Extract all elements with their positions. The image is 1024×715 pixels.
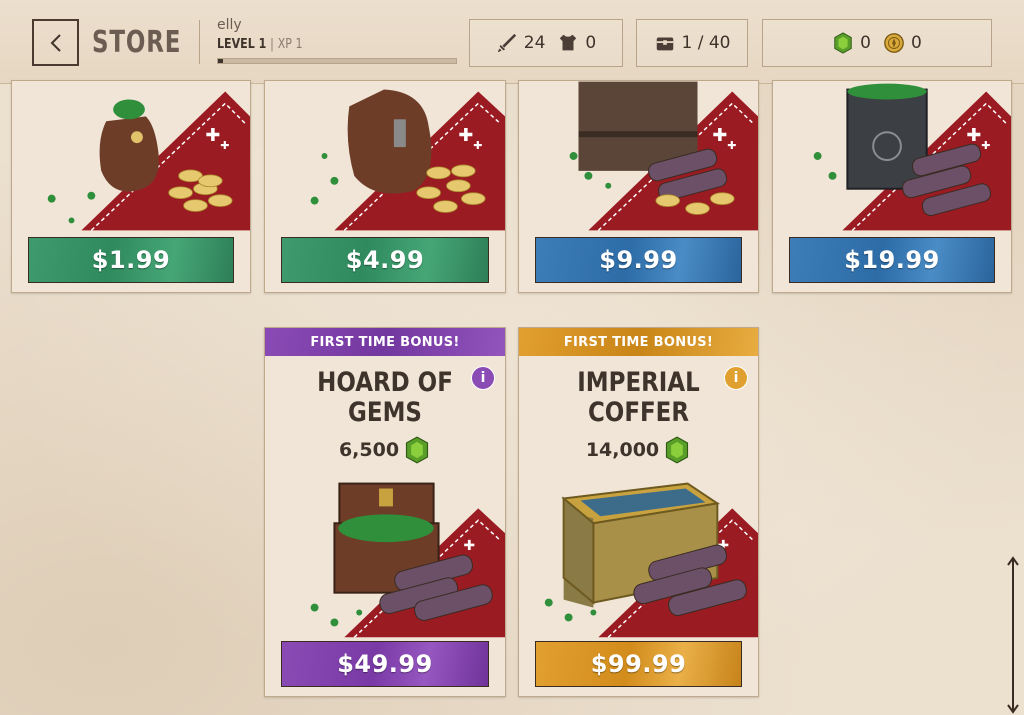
gem-pack-card[interactable]: ✚ ✚ $4.99 — [264, 80, 506, 293]
satchel-and-coins-image: ✚ ✚ — [310, 89, 505, 231]
scroll-indicator-icon[interactable] — [1006, 555, 1020, 715]
svg-text:✚: ✚ — [220, 139, 229, 152]
inventory-counter[interactable]: 1 / 40 — [636, 19, 748, 67]
level-label: LEVEL 1 — [217, 37, 267, 52]
svg-text:✚: ✚ — [463, 538, 475, 554]
sword-icon — [497, 33, 516, 53]
first-time-bonus-ribbon: FIRST TIME BONUS! — [265, 328, 505, 356]
currency-box[interactable]: 0 0 — [762, 19, 992, 67]
inventory-value: 1 / 40 — [681, 33, 731, 53]
divider — [199, 20, 200, 64]
pack-title-line2: COFFER — [587, 397, 690, 428]
golden-coffer-image: ✚ — [544, 482, 758, 638]
gem-pack-card[interactable]: ✚ ✚ $1.99 — [11, 80, 251, 293]
armor-icon — [560, 34, 577, 51]
strongbox-and-scrolls-image: ✚ ✚ — [813, 83, 1011, 231]
svg-text:✚: ✚ — [981, 139, 990, 152]
svg-text:✚: ✚ — [205, 125, 220, 146]
hoard-of-gems-card[interactable]: FIRST TIME BONUS! i HOARD OF GEMS 6,500 … — [264, 327, 506, 697]
gold-coin-icon — [884, 33, 904, 53]
chevron-left-icon — [50, 33, 61, 52]
defense-value: 0 — [585, 33, 597, 53]
chest-icon — [656, 37, 673, 51]
gem-icon — [405, 436, 429, 464]
pack-title-line2: GEMS — [348, 397, 422, 428]
xp-label: XP 1 — [277, 37, 303, 52]
username: elly — [217, 17, 242, 33]
pouch-and-coins-image: ✚ ✚ — [47, 91, 250, 231]
separator: | — [270, 37, 274, 52]
buy-button[interactable]: $4.99 — [281, 237, 489, 283]
gem-pack-card[interactable]: ✚ ✚ $19.99 — [772, 80, 1012, 293]
gems-value: 0 — [860, 33, 871, 53]
xp-progress-fill — [218, 59, 223, 63]
buy-button[interactable]: $19.99 — [789, 237, 995, 283]
xp-progress-bar — [217, 58, 457, 64]
gem-icon — [666, 436, 689, 464]
buy-button[interactable]: $99.99 — [535, 641, 742, 687]
gem-pack-card[interactable]: ✚ ✚ $9.99 — [518, 80, 759, 293]
svg-text:✚: ✚ — [727, 139, 736, 152]
pack-gem-amount: 6,500 — [265, 436, 505, 464]
pack-title: HOARD OF GEMS — [283, 368, 487, 428]
buy-button[interactable]: $1.99 — [28, 237, 234, 283]
buy-button[interactable]: $49.99 — [281, 641, 489, 687]
pack-title-line1: IMPERIAL — [577, 367, 700, 398]
top-bar: STORE elly LEVEL 1 | XP 1 24 0 1 / 40 0 … — [0, 0, 1024, 84]
combat-stats[interactable]: 24 0 — [469, 19, 623, 67]
first-time-bonus-ribbon: FIRST TIME BONUS! — [519, 328, 758, 356]
pack-gem-amount: 14,000 — [519, 436, 758, 464]
treasure-chest-image: ✚ — [310, 482, 505, 638]
back-button[interactable] — [32, 19, 79, 66]
svg-text:✚: ✚ — [473, 139, 482, 152]
gold-value: 0 — [911, 33, 922, 53]
attack-value: 24 — [523, 33, 546, 53]
svg-text:✚: ✚ — [712, 125, 727, 146]
buy-button[interactable]: $9.99 — [535, 237, 742, 283]
svg-text:✚: ✚ — [458, 125, 473, 146]
gem-amount: 14,000 — [585, 439, 660, 461]
trunk-and-scrolls-image: ✚ ✚ — [569, 81, 758, 231]
pack-title: IMPERIAL COFFER — [537, 368, 740, 428]
imperial-coffer-card[interactable]: FIRST TIME BONUS! i IMPERIAL COFFER 14,0… — [518, 327, 759, 697]
svg-text:✚: ✚ — [966, 125, 981, 146]
level-info: LEVEL 1 | XP 1 — [217, 37, 302, 52]
gem-amount: 6,500 — [338, 439, 400, 461]
pack-title-line1: HOARD OF — [317, 367, 453, 398]
gem-icon — [834, 32, 852, 54]
page-title: STORE — [92, 25, 182, 60]
